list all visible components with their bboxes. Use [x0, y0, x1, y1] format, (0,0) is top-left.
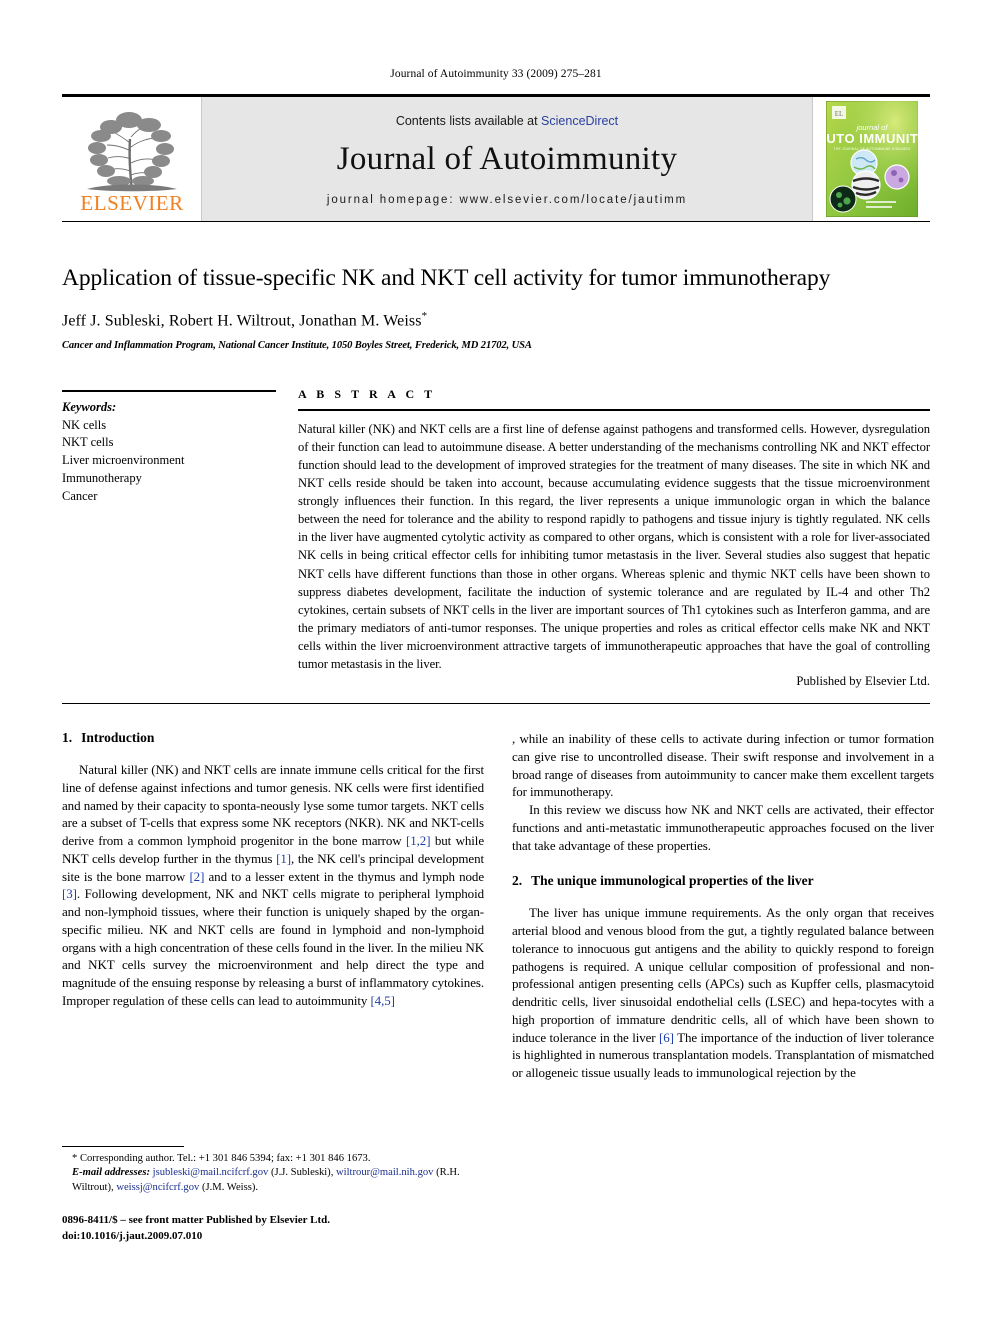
svg-text:EL: EL	[834, 110, 843, 118]
elsevier-wordmark: ELSEVIER	[80, 191, 183, 215]
corresponding-author-footnote: * Corresponding author. Tel.: +1 301 846…	[62, 1146, 484, 1195]
author-list: Jeff J. Subleski, Robert H. Wiltrout, Jo…	[62, 310, 930, 330]
footnote-rule	[62, 1146, 184, 1147]
abstract-signature: Published by Elsevier Ltd.	[796, 674, 930, 689]
email-link[interactable]: wiltrour@mail.nih.gov	[336, 1167, 433, 1178]
page-title: Application of tissue-specific NK and NK…	[62, 265, 831, 291]
issn-line: 0896-8411/$ – see front matter Published…	[62, 1214, 330, 1226]
corresponding-author-marker: *	[421, 310, 428, 323]
text-run: The liver has unique immune requirements…	[512, 905, 934, 1045]
section-heading-liver: 2. The unique immunological properties of…	[512, 873, 934, 889]
publisher-logo-cell: ELSEVIER	[62, 97, 202, 221]
email-link[interactable]: weissj@ncifcrf.gov	[116, 1182, 199, 1193]
keyword-item: Cancer	[62, 488, 98, 503]
right-column: , while an inability of these cells to a…	[512, 730, 934, 1081]
journal-homepage-link[interactable]: journal homepage: www.elsevier.com/locat…	[327, 194, 687, 206]
section-title: Introduction	[81, 730, 155, 746]
keyword-item: Immunotherapy	[62, 470, 142, 485]
abstract-block: A B S T R A C T Natural killer (NK) and …	[298, 387, 930, 690]
keyword-item: Liver microenvironment	[62, 453, 185, 468]
email-owner: (J.J. Subleski),	[270, 1167, 334, 1179]
title-block: Application of tissue-specific NK and NK…	[62, 264, 930, 351]
email-owner: (J.M. Weiss).	[201, 1181, 259, 1193]
paragraph-intro-1-cont: , while an inability of these cells to a…	[512, 731, 934, 800]
abstract-rule	[298, 408, 930, 411]
citation-ref[interactable]: [1]	[276, 851, 291, 866]
sciencedirect-link[interactable]: ScienceDirect	[541, 114, 618, 128]
citation-ref[interactable]: [3]	[62, 886, 77, 901]
elsevier-tree-logo: ELSEVIER	[80, 112, 183, 215]
footnote-email-line: E-mail addresses: jsubleski@mail.ncifcrf…	[62, 1166, 484, 1195]
keywords-label: Keywords:	[62, 399, 117, 414]
paragraph-liver-1: The liver has unique immune requirements…	[512, 904, 934, 1081]
doi-line[interactable]: doi:10.1016/j.jaut.2009.07.010	[62, 1229, 330, 1245]
keyword-item: NK cells	[62, 417, 107, 432]
text-run: . Following development, NK and NKT cell…	[62, 886, 484, 1008]
section-title: The unique immunological properties of t…	[531, 873, 814, 889]
cover-line2: AUTO IMMUNITY	[826, 131, 918, 146]
body-columns: 1. Introduction Natural killer (NK) and N…	[62, 730, 934, 1081]
author-names: Jeff J. Subleski, Robert H. Wiltrout, Jo…	[62, 312, 422, 330]
journal-title: Journal of Autoimmunity	[336, 141, 678, 177]
citation-ref[interactable]: [4,5]	[370, 993, 395, 1008]
affiliation: Cancer and Inflammation Program, Nationa…	[62, 339, 532, 351]
contents-available-line: Contents lists available at ScienceDirec…	[396, 114, 618, 128]
section-heading-introduction: 1. Introduction	[62, 730, 484, 746]
masthead-center: Contents lists available at ScienceDirec…	[202, 97, 812, 221]
journal-cover-cell: EL journal of AUTO IMMUNITY THE JOURNAL …	[812, 97, 930, 221]
abstract-label: A B S T R A C T	[298, 386, 436, 401]
email-label: E-mail addresses:	[72, 1167, 150, 1179]
paragraph-intro-1: Natural killer (NK) and NKT cells are in…	[62, 761, 484, 1009]
abstract-text: Natural killer (NK) and NKT cells are a …	[298, 421, 930, 672]
email-link[interactable]: jsubleski@mail.ncifcrf.gov	[153, 1167, 269, 1178]
section-number: 1.	[62, 730, 73, 746]
journal-masthead: ELSEVIER Contents lists available at Sci…	[62, 94, 930, 222]
page-footer: 0896-8411/$ – see front matter Published…	[62, 1213, 330, 1244]
article-page: Journal of Autoimmunity 33 (2009) 275–28…	[0, 0, 992, 1323]
keyword-item: NKT cells	[62, 435, 114, 450]
footnote-corresponding-line: * Corresponding author. Tel.: +1 301 846…	[72, 1153, 371, 1164]
keywords-rule	[62, 389, 276, 392]
text-run: and to a lesser extent in the thymus and…	[204, 868, 485, 884]
contents-prefix: Contents lists available at	[395, 114, 538, 128]
journal-cover-thumbnail: EL journal of AUTO IMMUNITY THE JOURNAL …	[825, 101, 918, 217]
article-info-area: Keywords: NK cells NKT cells Liver micro…	[62, 387, 930, 705]
running-head: Journal of Autoimmunity 33 (2009) 275–28…	[390, 68, 602, 80]
left-column: 1. Introduction Natural killer (NK) and N…	[62, 730, 484, 1081]
section-number: 2.	[512, 873, 523, 889]
keywords-block: Keywords: NK cells NKT cells Liver micro…	[62, 387, 276, 690]
cover-subtitle: THE JOURNAL OF AUTOIMMUNE DISEASES	[833, 147, 910, 151]
section-2-wrapper: 2. The unique immunological properties of…	[512, 873, 934, 1081]
citation-ref[interactable]: [1,2]	[406, 833, 431, 848]
paragraph-intro-2: In this review we discuss how NK and NKT…	[512, 802, 934, 853]
citation-ref[interactable]: [2]	[189, 869, 204, 884]
citation-ref[interactable]: [6]	[659, 1030, 674, 1045]
